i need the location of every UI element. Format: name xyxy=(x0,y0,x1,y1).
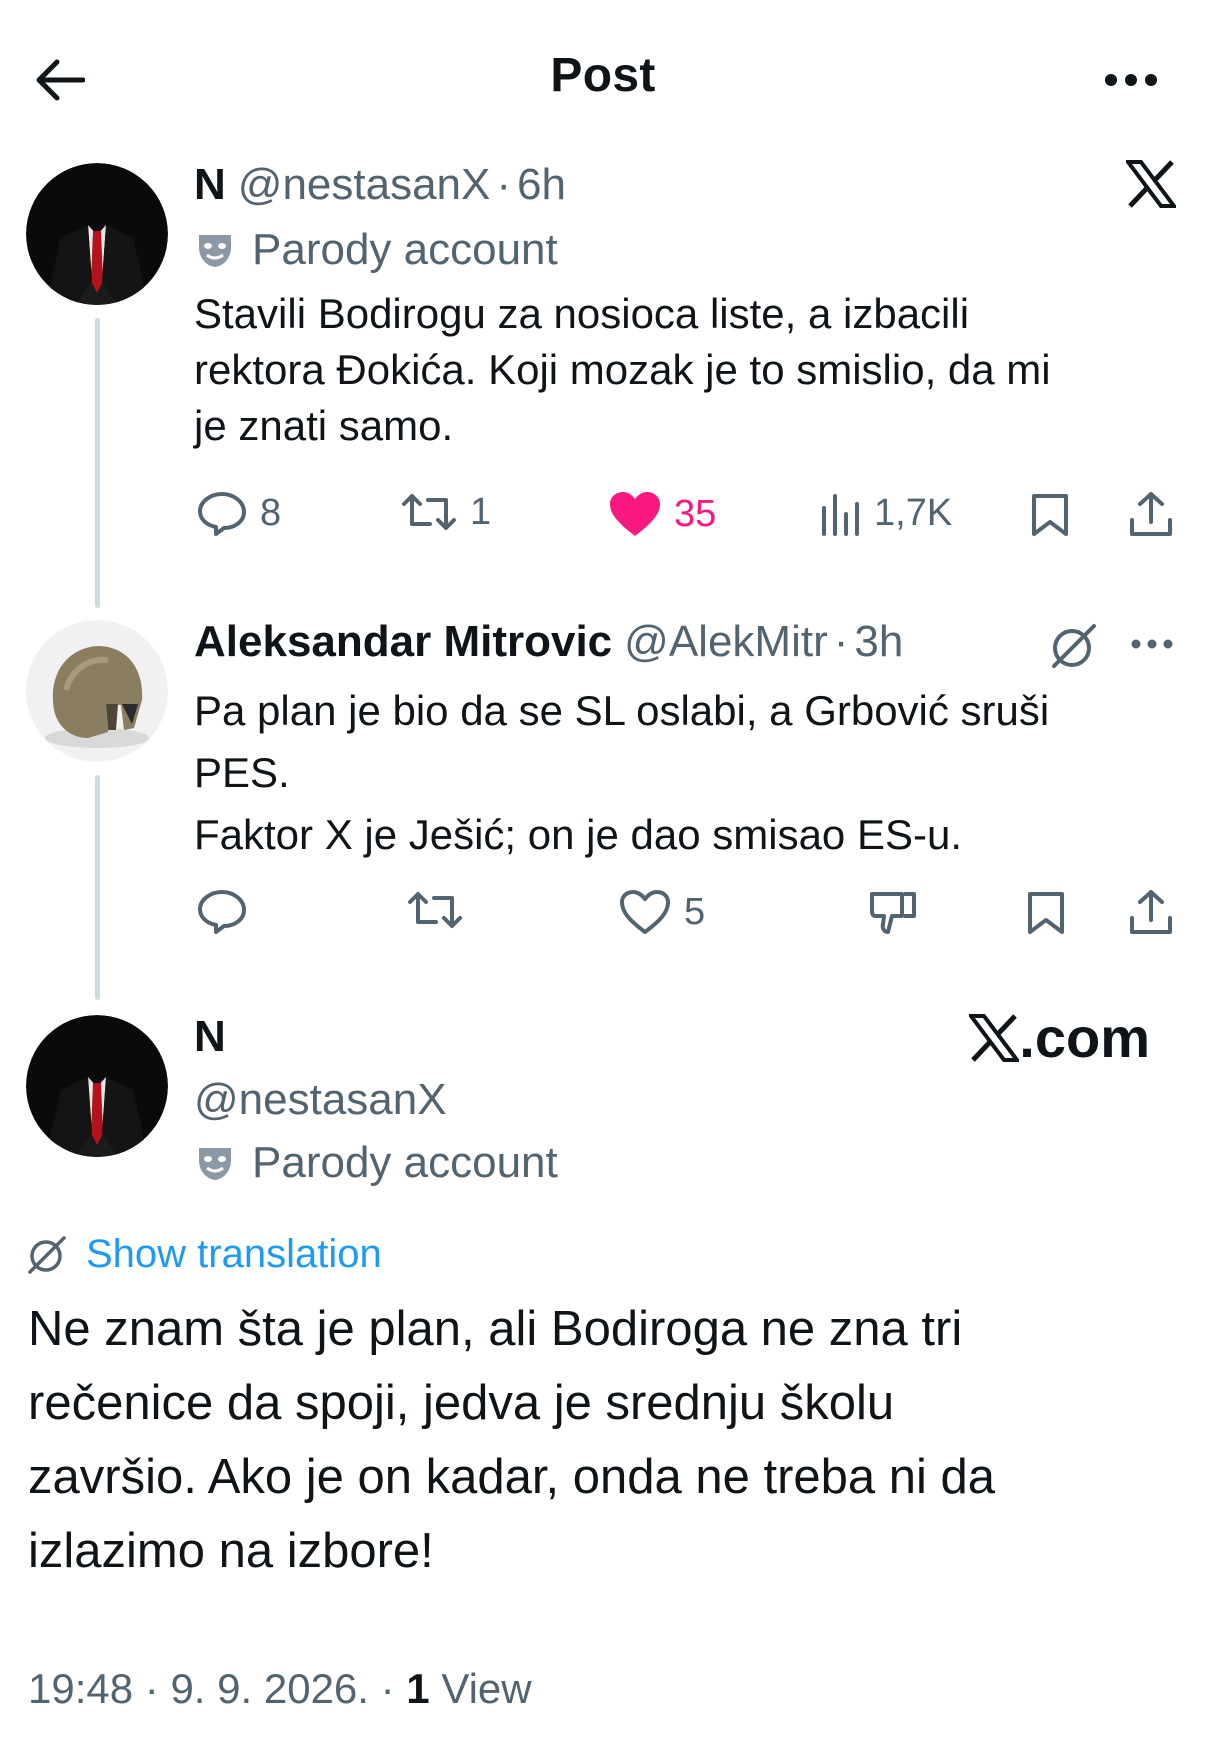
tweet-text-line: rečenice da spoji, jedva je srednju škol… xyxy=(28,1376,895,1430)
repost-count: 1 xyxy=(470,490,492,533)
tweet-text-line: PES. xyxy=(194,749,290,796)
like-count: 5 xyxy=(684,890,706,933)
tweet-header: Aleksandar Mitrovic @AlekMitr · 3h xyxy=(194,617,903,667)
parody-label-text: Parody account xyxy=(252,225,558,274)
share-button[interactable] xyxy=(1128,490,1174,538)
separator: · xyxy=(380,1665,395,1712)
grok-icon[interactable] xyxy=(1048,620,1100,672)
show-translation-label: Show translation xyxy=(86,1232,382,1276)
more-icon xyxy=(1105,74,1157,86)
avatar-image xyxy=(26,163,168,305)
bookmark-icon xyxy=(1028,892,1064,934)
top-bar: Post xyxy=(0,0,1206,150)
action-bar: 8 1 35 1,7K xyxy=(0,490,1206,550)
tweet-text-line: izlazimo na izbore! xyxy=(28,1524,434,1578)
timestamp[interactable]: 6h xyxy=(517,160,566,210)
tweet-text-line: rektora Đokića. Koji mozak je to smislio… xyxy=(194,346,1051,393)
reply-button[interactable]: 8 xyxy=(196,490,281,536)
display-name[interactable]: Aleksandar Mitrovic xyxy=(194,617,612,667)
parody-label-text: Parody account xyxy=(252,1138,558,1187)
action-bar: 5 xyxy=(0,888,1206,948)
page-title: Post xyxy=(550,49,656,102)
more-options-button[interactable] xyxy=(1096,55,1166,105)
like-count: 35 xyxy=(674,492,717,535)
translate-icon xyxy=(28,1235,66,1274)
views-icon xyxy=(822,494,859,536)
tweet-header: N @nestasanX · 6h xyxy=(194,160,566,210)
tweet-meta: 19:48 · 9. 9. 2026. · 1 View xyxy=(28,1665,532,1713)
like-button[interactable]: 5 xyxy=(618,888,705,936)
parody-label: Parody account xyxy=(196,1138,558,1188)
bookmark-button[interactable] xyxy=(1030,492,1070,538)
tweet-text-line: Ne znam šta je plan, ali Bodiroga ne zna… xyxy=(28,1302,963,1356)
tweet-text-line: Pa plan je bio da se SL oslabi, a Grbovi… xyxy=(194,687,1050,734)
display-name[interactable]: N xyxy=(194,1012,226,1062)
separator: · xyxy=(144,1665,159,1712)
x-com-watermark: .com xyxy=(969,1005,1150,1070)
repost-icon xyxy=(402,494,456,530)
heart-icon xyxy=(620,890,670,934)
views-count: 1,7K xyxy=(874,491,953,534)
post-time[interactable]: 19:48 xyxy=(28,1665,133,1712)
downvote-icon xyxy=(870,892,916,934)
post-date[interactable]: 9. 9. 2026. xyxy=(170,1665,369,1712)
avatar-image xyxy=(26,620,168,762)
share-button[interactable] xyxy=(1128,888,1174,936)
avatar[interactable] xyxy=(26,163,168,305)
display-name[interactable]: N xyxy=(194,160,226,210)
bookmark-icon xyxy=(1032,494,1068,536)
reply-icon xyxy=(198,890,246,934)
repost-button[interactable] xyxy=(406,888,464,932)
parody-label: Parody account xyxy=(196,225,558,275)
downvote-button[interactable] xyxy=(868,888,918,936)
tweet-text-line: je znati samo. xyxy=(194,402,454,449)
parody-mask-icon xyxy=(196,1144,234,1182)
tweet-text-line: završio. Ako je on kadar, onda ne treba … xyxy=(28,1450,996,1504)
parody-mask-icon xyxy=(196,231,234,269)
separator: · xyxy=(833,617,849,666)
thread-line xyxy=(95,318,100,608)
tweet-text-line: Stavili Bodirogu za nosioca liste, a izb… xyxy=(194,290,970,337)
x-logo-icon xyxy=(1126,160,1176,208)
bookmark-button[interactable] xyxy=(1026,890,1066,936)
timestamp[interactable]: 3h xyxy=(854,617,903,667)
like-button[interactable]: 35 xyxy=(608,490,716,538)
repost-icon xyxy=(408,892,462,928)
heart-icon xyxy=(610,492,660,536)
separator: · xyxy=(496,160,512,209)
reply-count: 8 xyxy=(260,491,282,534)
repost-button[interactable]: 1 xyxy=(400,490,491,534)
tweet-text: Stavili Bodirogu za nosioca liste, a izb… xyxy=(194,286,1174,454)
handle[interactable]: @AlekMitr xyxy=(624,617,828,667)
avatar-image xyxy=(26,1015,168,1157)
views-button[interactable]: 1,7K xyxy=(820,490,952,536)
handle[interactable]: @nestasanX xyxy=(194,1075,447,1125)
view-label: View xyxy=(441,1665,532,1712)
avatar[interactable] xyxy=(26,1015,168,1157)
more-icon[interactable] xyxy=(1130,638,1174,650)
show-translation-link[interactable]: Show translation xyxy=(26,1232,382,1277)
avatar[interactable] xyxy=(26,620,168,762)
reply-button[interactable] xyxy=(196,888,248,934)
tweet-text: Ne znam šta je plan, ali Bodiroga ne zna… xyxy=(28,1292,1158,1588)
share-icon xyxy=(1130,890,1172,934)
handle[interactable]: @nestasanX xyxy=(238,160,491,210)
tweet-text: Pa plan je bio da se SL oslabi, a Grbovi… xyxy=(194,680,1194,866)
x-logo-icon xyxy=(969,1013,1020,1062)
tweet-text-line: Faktor X je Ješić; on je dao smisao ES-u… xyxy=(194,811,962,858)
watermark-text: .com xyxy=(1019,1006,1150,1069)
view-count: 1 xyxy=(406,1665,430,1712)
share-icon xyxy=(1130,492,1172,536)
reply-icon xyxy=(198,492,246,536)
